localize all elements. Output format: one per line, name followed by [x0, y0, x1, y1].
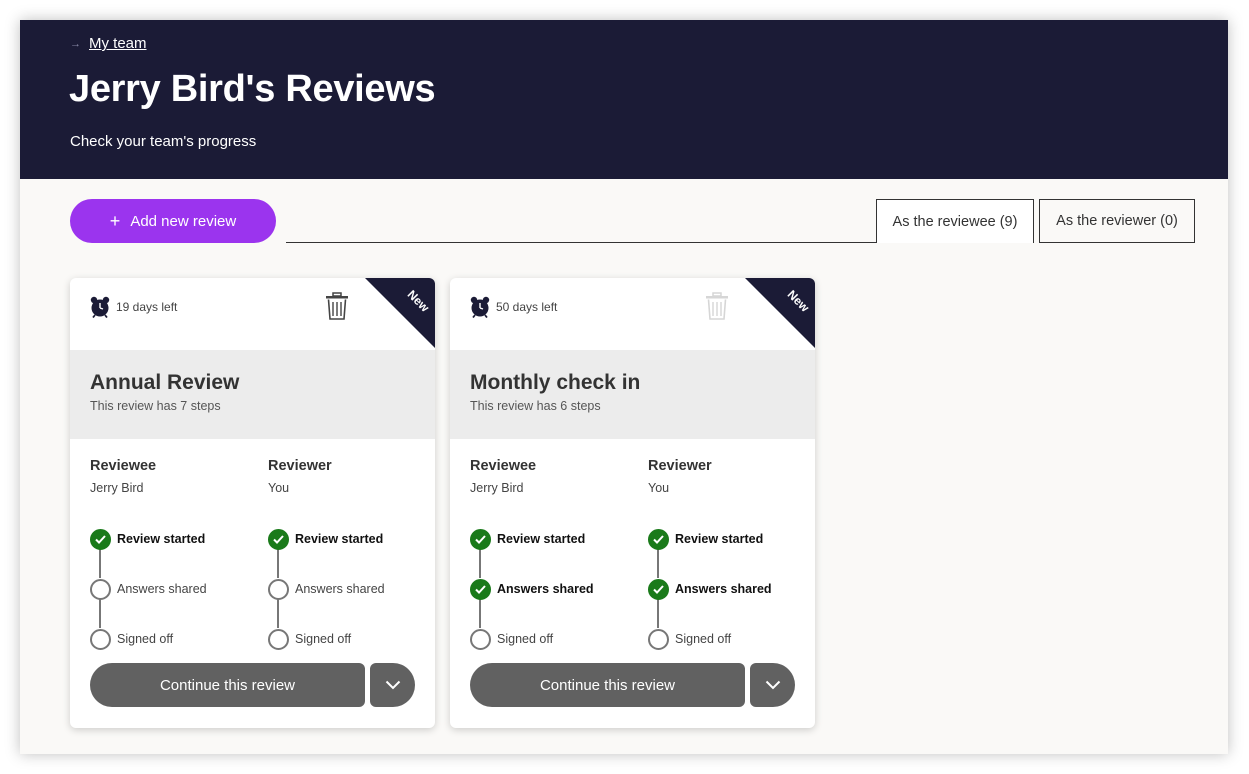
card-title-band: Monthly check in This review has 6 steps	[450, 350, 815, 439]
app-frame: → My team Jerry Bird's Reviews Check you…	[20, 20, 1228, 754]
reviewer-column: Reviewer You Review started Answers shar…	[648, 458, 798, 650]
days-left: 50 days left	[496, 300, 558, 314]
review-steps-count: This review has 7 steps	[90, 399, 221, 413]
review-card: New 50 days left Monthly check in This r…	[450, 278, 815, 728]
step-review-started: Review started	[268, 528, 428, 550]
days-left: 19 days left	[116, 300, 178, 314]
review-title: Annual Review	[90, 371, 240, 394]
alarm-clock-icon	[470, 296, 490, 318]
step-connector	[479, 598, 481, 628]
continue-review-button[interactable]: Continue this review	[470, 663, 745, 707]
new-ribbon	[745, 278, 815, 348]
check-circle-icon	[470, 528, 491, 550]
step-review-started: Review started	[90, 528, 250, 550]
empty-circle-icon	[268, 628, 289, 650]
reviewee-name: Jerry Bird	[90, 481, 144, 495]
review-title: Monthly check in	[470, 371, 641, 394]
reviewee-heading: Reviewee	[90, 458, 157, 474]
step-answers-shared: Answers shared	[648, 578, 808, 600]
empty-circle-icon	[268, 578, 289, 600]
reviewer-name: You	[648, 481, 670, 495]
new-ribbon	[365, 278, 435, 348]
step-connector	[657, 598, 659, 628]
page-header: → My team Jerry Bird's Reviews Check you…	[20, 20, 1228, 179]
step-signed-off: Signed off	[268, 628, 428, 650]
step-answers-shared: Answers shared	[90, 578, 250, 600]
step-answers-shared: Answers shared	[268, 578, 428, 600]
add-new-review-label: Add new review	[130, 212, 237, 230]
step-connector	[277, 598, 279, 628]
page-title: Jerry Bird's Reviews	[69, 68, 436, 110]
empty-circle-icon	[90, 628, 111, 650]
review-card: New 19 days left Annual Review This revi…	[70, 278, 435, 728]
due-indicator: 50 days left	[470, 296, 557, 318]
step-review-started: Review started	[648, 528, 808, 550]
step-signed-off: Signed off	[470, 628, 630, 650]
add-new-review-button[interactable]: + Add new review	[70, 199, 276, 243]
reviewee-name: Jerry Bird	[470, 481, 524, 495]
chevron-down-icon	[385, 680, 400, 690]
expand-options-button[interactable]	[370, 663, 415, 707]
plus-icon: +	[109, 211, 121, 231]
reviewer-name: You	[268, 481, 290, 495]
alarm-clock-icon	[90, 296, 110, 318]
step-connector	[277, 548, 279, 578]
step-connector	[479, 548, 481, 578]
reviewee-column: Reviewee Jerry Bird Review started Answe…	[470, 458, 620, 650]
expand-options-button[interactable]	[750, 663, 795, 707]
check-circle-icon	[648, 528, 669, 550]
step-connector	[99, 598, 101, 628]
empty-circle-icon	[648, 628, 669, 650]
card-title-band: Annual Review This review has 7 steps	[70, 350, 435, 439]
tab-underline	[286, 242, 876, 243]
reviewee-column: Reviewee Jerry Bird Review started Answe…	[90, 458, 240, 650]
tab-as-reviewee[interactable]: As the reviewee (9)	[876, 199, 1034, 243]
empty-circle-icon	[90, 578, 111, 600]
step-answers-shared: Answers shared	[470, 578, 630, 600]
continue-review-button[interactable]: Continue this review	[90, 663, 365, 707]
arrow-right-icon: →	[70, 37, 81, 50]
empty-circle-icon	[470, 628, 491, 650]
tab-as-reviewer[interactable]: As the reviewer (0)	[1039, 199, 1195, 243]
check-circle-icon	[470, 578, 491, 600]
review-steps-count: This review has 6 steps	[470, 399, 601, 413]
breadcrumb: → My team	[70, 35, 147, 52]
trash-icon[interactable]	[325, 292, 349, 320]
check-circle-icon	[648, 578, 669, 600]
step-connector	[657, 548, 659, 578]
check-circle-icon	[268, 528, 289, 550]
step-signed-off: Signed off	[648, 628, 808, 650]
step-signed-off: Signed off	[90, 628, 250, 650]
reviewer-column: Reviewer You Review started Answers shar…	[268, 458, 418, 650]
due-indicator: 19 days left	[90, 296, 177, 318]
page-subtitle: Check your team's progress	[70, 133, 257, 150]
breadcrumb-link-my-team[interactable]: My team	[89, 35, 147, 52]
reviewer-heading: Reviewer	[268, 458, 332, 474]
trash-icon	[706, 292, 728, 320]
reviewee-heading: Reviewee	[470, 458, 537, 474]
chevron-down-icon	[765, 680, 780, 690]
step-connector	[99, 548, 101, 578]
check-circle-icon	[90, 528, 111, 550]
step-review-started: Review started	[470, 528, 630, 550]
reviewer-heading: Reviewer	[648, 458, 712, 474]
